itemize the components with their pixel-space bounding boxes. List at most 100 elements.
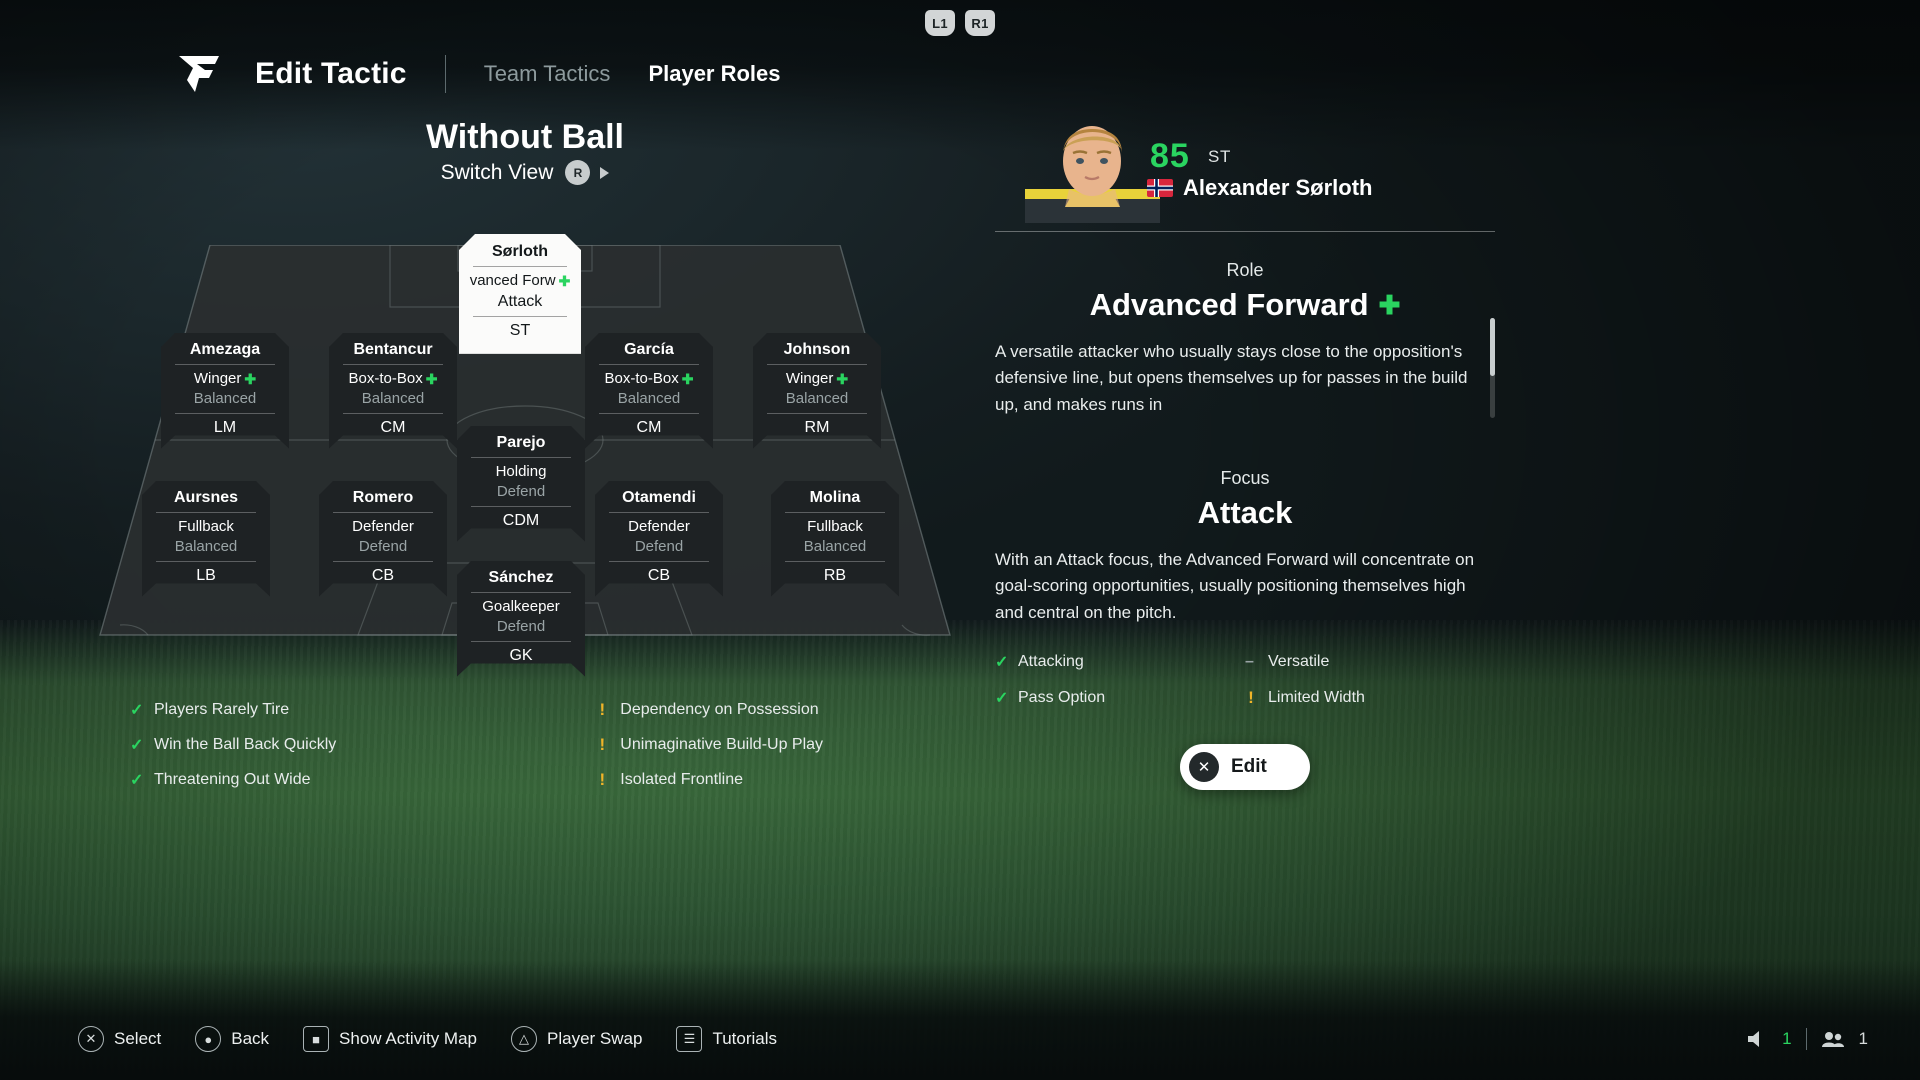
- role-value: Advanced Forward: [1089, 287, 1369, 322]
- bottom-action-back[interactable]: ● Back: [195, 1026, 269, 1052]
- bottom-action-tutorials[interactable]: ☰ Tutorials: [676, 1026, 777, 1052]
- warning-icon: !: [599, 770, 606, 789]
- switch-view-control[interactable]: Switch View R: [0, 160, 1050, 185]
- status-divider: [1805, 1028, 1807, 1050]
- player-card-focus: Defend: [358, 537, 408, 555]
- role-text: Winger: [193, 370, 242, 387]
- role-text: Fullback: [807, 518, 863, 535]
- player-card-rm[interactable]: Johnson Winger ✚ Balanced RM: [753, 333, 881, 449]
- description-scrollbar[interactable]: [1490, 318, 1495, 418]
- card-divider: [473, 266, 567, 267]
- bottom-bar-background: [0, 960, 1920, 1080]
- bottom-action-player-swap[interactable]: △ Player Swap: [511, 1026, 642, 1052]
- card-divider: [785, 512, 885, 513]
- shoulder-button-row: L1 R1: [0, 10, 1920, 36]
- card-divider: [767, 364, 867, 365]
- plus-badge-icon: ✚: [244, 370, 257, 387]
- bottom-action-select[interactable]: ✕ Select: [78, 1026, 161, 1052]
- bottom-action-label: Show Activity Map: [339, 1029, 477, 1048]
- negative-traits: ! Dependency on Possession ! Unimaginati…: [596, 700, 823, 790]
- card-divider: [609, 561, 709, 562]
- player-detail-panel: 85 ST Alexander Sørloth Role Advanced Fo…: [995, 105, 1495, 791]
- tutorials-button-icon: ☰: [676, 1026, 703, 1052]
- trait-item: ! Isolated Frontline: [596, 770, 823, 790]
- dash-icon: –: [1245, 653, 1254, 671]
- trait-item: ✓ Win the Ball Back Quickly: [130, 735, 336, 755]
- edit-button[interactable]: ✕ Edit: [1180, 744, 1310, 791]
- player-card-name: Sánchez: [488, 569, 554, 586]
- header: Edit Tactic Team Tactics Player Roles: [175, 50, 781, 98]
- card-divider: [767, 413, 867, 414]
- player-card-rb[interactable]: Molina Fullback Balanced RB: [771, 481, 899, 597]
- player-card-name: Romero: [352, 489, 414, 506]
- card-divider: [333, 512, 433, 513]
- player-card-role: Defender: [325, 517, 441, 537]
- player-card-name: Sørloth: [492, 243, 548, 260]
- trait-label: Win the Ball Back Quickly: [154, 736, 337, 753]
- attribute-label: Limited Width: [1268, 689, 1365, 707]
- player-card-cdm[interactable]: Parejo Holding Defend CDM: [457, 426, 585, 542]
- card-divider: [333, 561, 433, 562]
- check-icon: ✓: [130, 737, 144, 754]
- role-text: Winger: [785, 370, 834, 387]
- player-card-name: Molina: [809, 489, 861, 506]
- trait-label: Dependency on Possession: [620, 701, 819, 718]
- card-divider: [471, 506, 571, 507]
- card-divider: [599, 364, 699, 365]
- card-divider: [471, 592, 571, 593]
- shoulder-button-l1[interactable]: L1: [925, 10, 955, 36]
- player-card-focus: Defend: [496, 482, 546, 500]
- role-text: Box-to-Box: [604, 370, 679, 387]
- player-card-cb[interactable]: Romero Defender Defend CB: [319, 481, 447, 597]
- card-divider: [175, 413, 275, 414]
- card-divider: [785, 561, 885, 562]
- tab-team-tactics[interactable]: Team Tactics: [484, 61, 611, 87]
- player-card-focus: Defend: [634, 537, 684, 555]
- player-card-role: vanced Forw ✚: [465, 271, 575, 291]
- panel-divider: [995, 231, 1495, 232]
- arrow-right-icon: [600, 166, 610, 179]
- card-divider: [343, 364, 443, 365]
- bottom-action-label: Select: [114, 1029, 162, 1048]
- role-description: A versatile attacker who usually stays c…: [995, 342, 1468, 414]
- player-header: 85 ST Alexander Sørloth: [995, 105, 1495, 227]
- page-title: Edit Tactic: [255, 57, 407, 90]
- card-divider: [609, 512, 709, 513]
- player-card-role: Fullback: [777, 517, 893, 537]
- trait-label: Threatening Out Wide: [154, 771, 311, 788]
- select-button-icon: ✕: [78, 1026, 104, 1052]
- view-title: Without Ball: [426, 118, 624, 156]
- player-card-role: Winger ✚: [167, 369, 283, 389]
- role-text: Defender: [628, 518, 690, 535]
- players-icon: [1821, 1032, 1844, 1047]
- player-card-focus: Balanced: [803, 537, 867, 555]
- check-icon: ✓: [995, 690, 1009, 708]
- player-card-role: Winger ✚: [759, 369, 875, 389]
- player-card-lm[interactable]: Amezaga Winger ✚ Balanced LM: [161, 333, 289, 449]
- player-card-cm[interactable]: Bentancur Box-to-Box ✚ Balanced CM: [329, 333, 457, 449]
- player-card-focus: Balanced: [174, 537, 238, 555]
- player-card-position: ST: [509, 322, 531, 340]
- player-card-lb[interactable]: Aursnes Fullback Balanced LB: [142, 481, 270, 597]
- check-icon: ✓: [130, 772, 144, 789]
- attribute-label: Pass Option: [1018, 689, 1106, 707]
- player-card-name: Aursnes: [173, 489, 239, 506]
- player-card-cm[interactable]: García Box-to-Box ✚ Balanced CM: [585, 333, 713, 449]
- player-card-name: Parejo: [496, 434, 546, 451]
- player-card-cb[interactable]: Otamendi Defender Defend CB: [595, 481, 723, 597]
- plus-badge-icon: ✚: [425, 370, 438, 387]
- card-divider: [471, 457, 571, 458]
- player-card-gk[interactable]: Sánchez Goalkeeper Defend GK: [457, 561, 585, 677]
- card-divider: [156, 561, 256, 562]
- player-card-st[interactable]: Sørloth vanced Forw ✚ Attack ST: [459, 234, 581, 354]
- players-count: 1: [1858, 1029, 1868, 1048]
- norway-flag-icon: [1147, 179, 1173, 197]
- tab-player-roles[interactable]: Player Roles: [648, 61, 780, 87]
- shoulder-button-r1[interactable]: R1: [965, 10, 995, 36]
- bottom-action-show-activity-map[interactable]: ■ Show Activity Map: [303, 1026, 477, 1052]
- player-swap-button-icon: △: [511, 1026, 537, 1052]
- check-icon: ✓: [995, 654, 1009, 672]
- player-portrait: [1025, 126, 1160, 223]
- player-card-role: Box-to-Box ✚: [335, 369, 451, 389]
- attribute-item: – Versatile: [1245, 652, 1495, 672]
